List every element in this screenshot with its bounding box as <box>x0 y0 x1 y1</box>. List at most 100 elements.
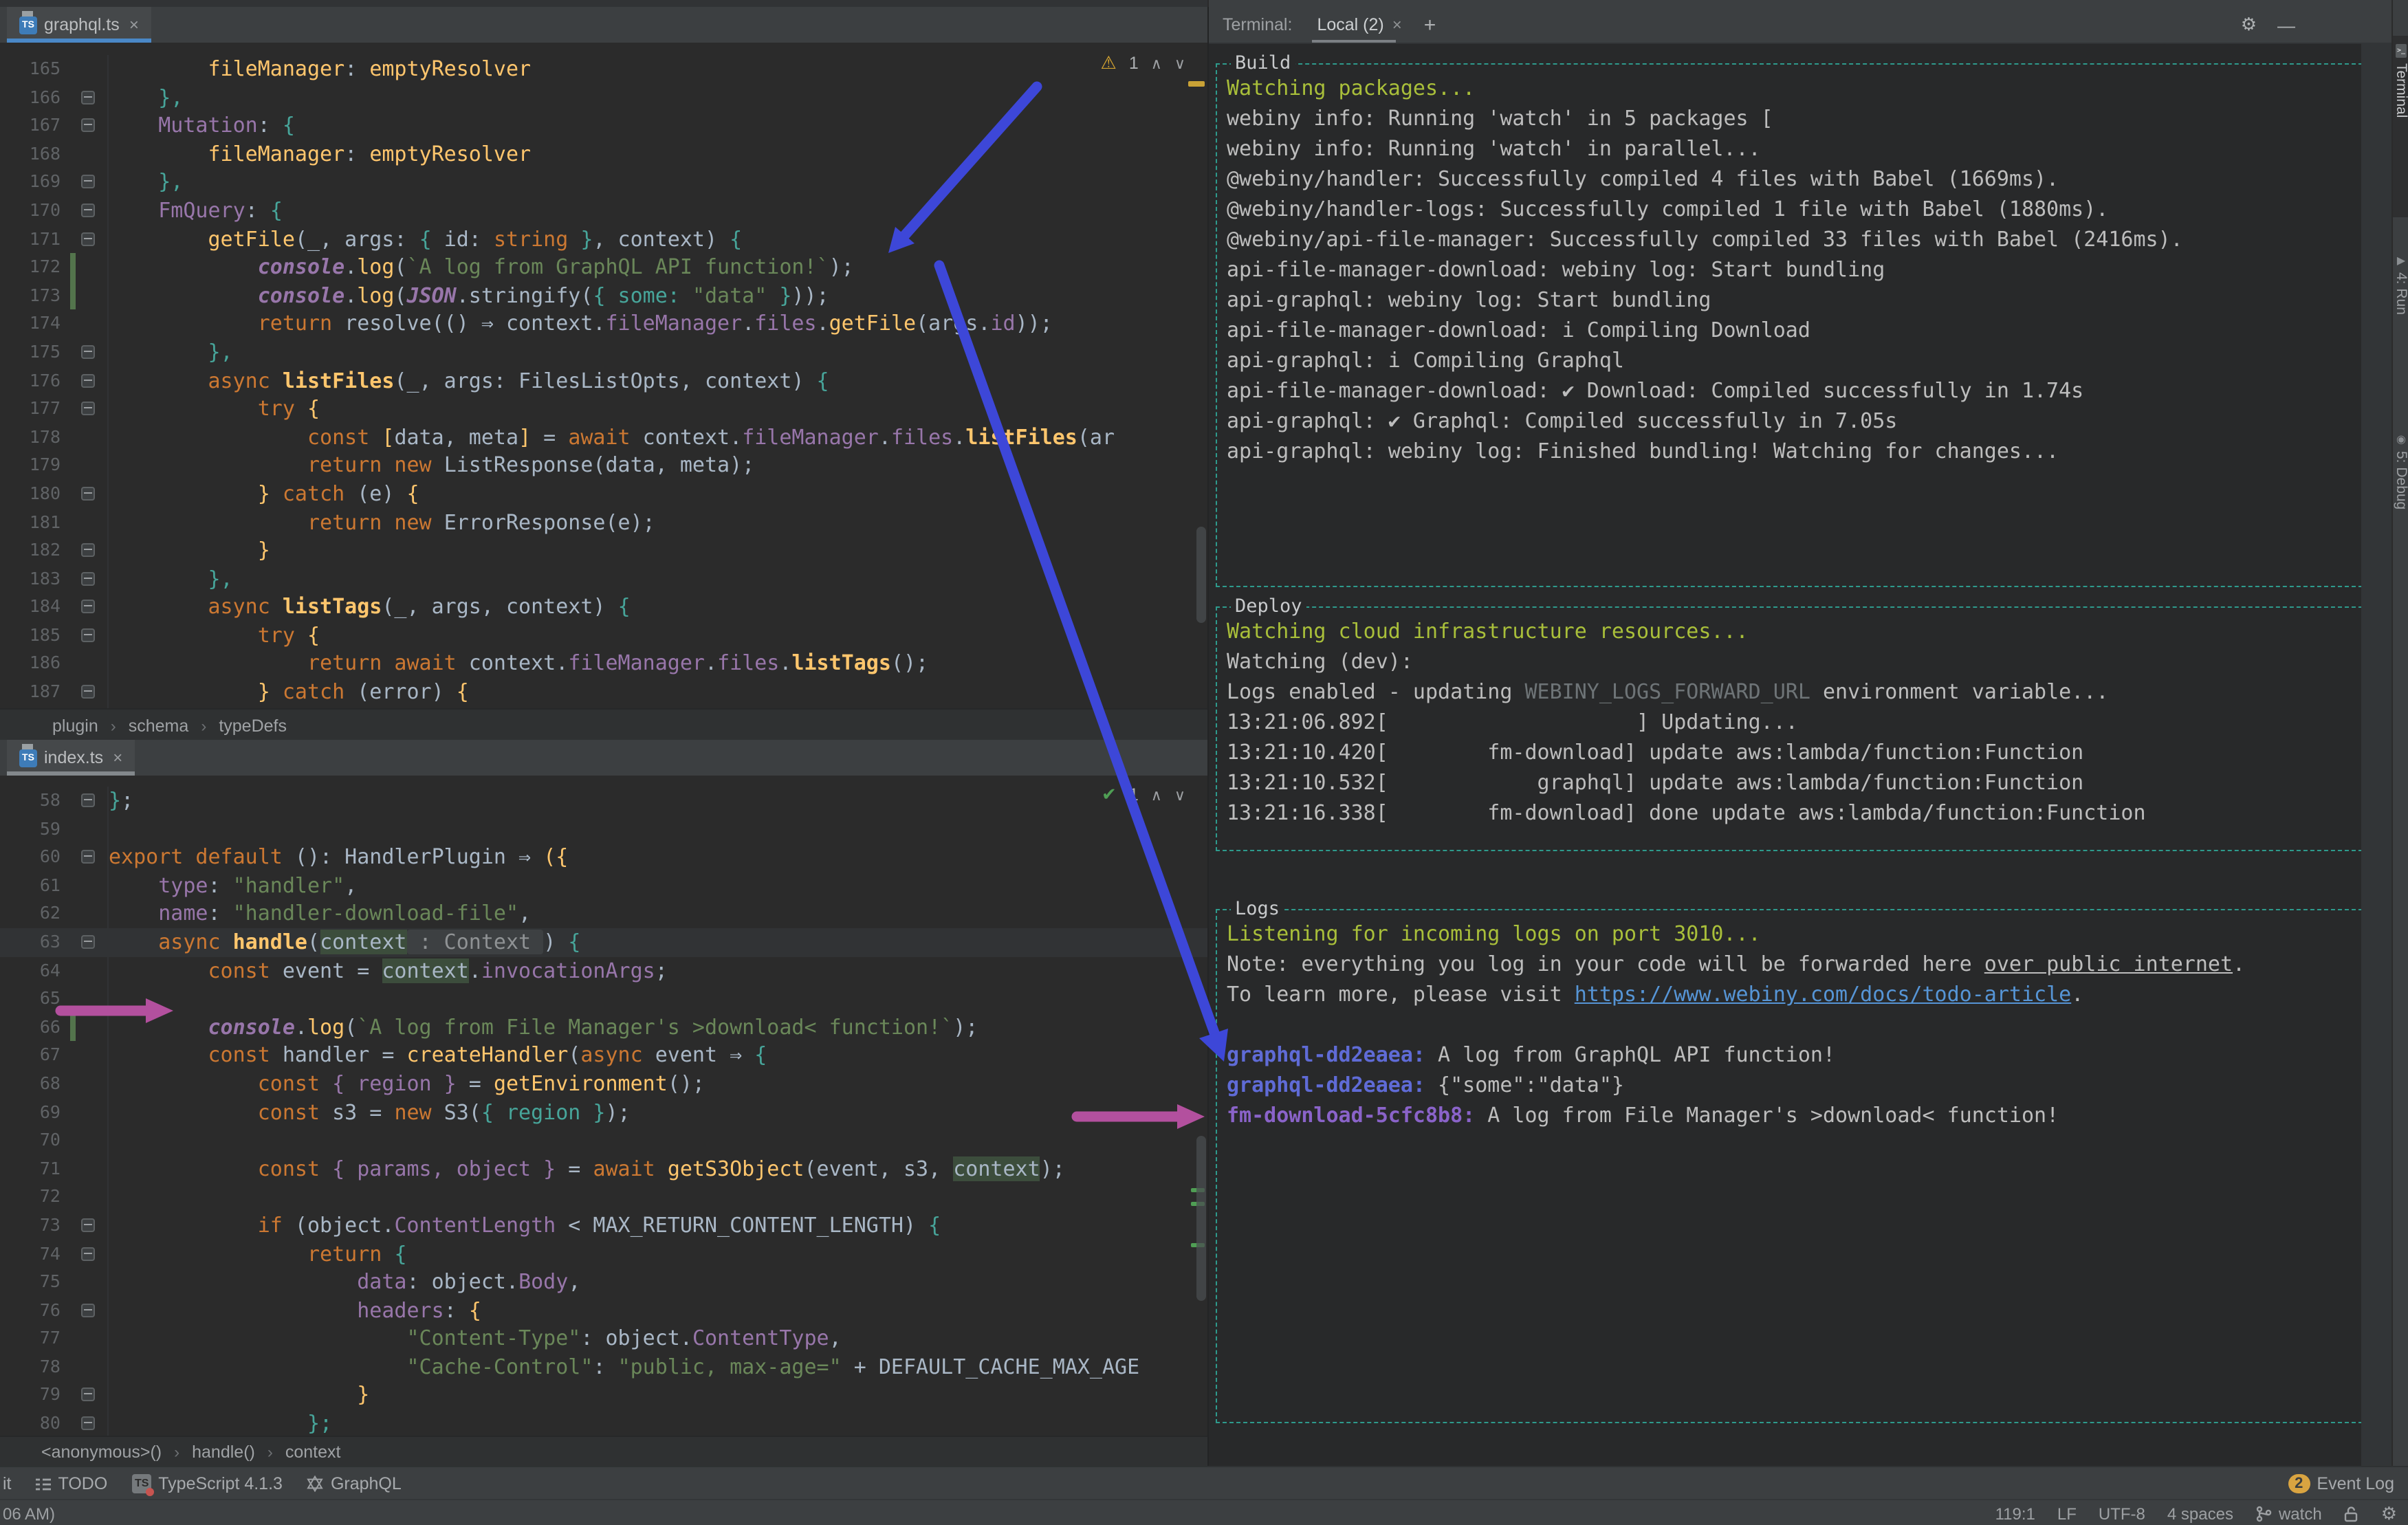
line-number[interactable]: 61 <box>0 872 69 900</box>
line-number[interactable]: 75 <box>0 1268 69 1296</box>
code-line[interactable]: 70 <box>0 1126 1207 1155</box>
inspection-widget[interactable]: ⚠ 1 ∧ ∨ <box>1101 52 1185 74</box>
indent-style[interactable]: 4 spaces <box>2167 1504 2233 1523</box>
code-line[interactable]: 172 console.log(`A log from GraphQL API … <box>0 253 1207 282</box>
breadcrumb-item[interactable]: context <box>285 1442 341 1462</box>
code-line[interactable]: 63 async handle(context : Context ) { <box>0 928 1207 957</box>
line-number[interactable]: 71 <box>0 1154 69 1183</box>
line-number[interactable]: 187 <box>0 678 69 706</box>
line-number[interactable]: 168 <box>0 140 69 168</box>
line-number[interactable]: 68 <box>0 1070 69 1098</box>
code-line[interactable]: 75 data: object.Body, <box>0 1268 1207 1297</box>
line-number[interactable]: 65 <box>0 985 69 1013</box>
line-number[interactable]: 179 <box>0 452 69 480</box>
line-number[interactable]: 176 <box>0 366 69 395</box>
terminal-scrollbar[interactable] <box>2361 43 2391 1466</box>
fold-icon[interactable] <box>81 685 95 699</box>
minimize-icon[interactable]: — <box>2277 14 2295 35</box>
close-icon[interactable]: × <box>129 15 139 34</box>
status-partial-git[interactable]: it <box>3 1474 12 1493</box>
code-line[interactable]: 67 const handler = createHandler(async e… <box>0 1041 1207 1070</box>
editor-index[interactable]: 58}; 59 60 export default (): HandlerPlugin… <box>0 776 1207 1436</box>
fold-icon[interactable] <box>81 1387 95 1402</box>
code-line[interactable]: 168 fileManager: emptyResolver <box>0 140 1207 168</box>
file-encoding[interactable]: UTF-8 <box>2099 1504 2145 1523</box>
line-number[interactable]: 66 <box>0 1013 69 1042</box>
line-number[interactable]: 182 <box>0 536 69 564</box>
line-number[interactable]: 76 <box>0 1296 69 1324</box>
fold-icon[interactable] <box>81 344 95 359</box>
fold-icon[interactable] <box>81 203 95 217</box>
fold-icon[interactable] <box>81 1247 95 1260</box>
line-number[interactable]: 79 <box>0 1381 69 1409</box>
line-number[interactable]: 170 <box>0 197 69 225</box>
line-number[interactable]: 167 <box>0 111 69 140</box>
code-line[interactable]: 167 Mutation: { <box>0 111 1207 140</box>
code-line[interactable]: 174 return resolve(() ⇒ context.fileMana… <box>0 309 1207 338</box>
fold-icon[interactable] <box>81 571 95 586</box>
code-line[interactable]: 165 fileManager: emptyResolver <box>0 55 1207 84</box>
fold-icon[interactable] <box>81 90 95 105</box>
line-number[interactable]: 184 <box>0 593 69 622</box>
code-line[interactable]: 68 const { region } = getEnvironment(); <box>0 1069 1207 1099</box>
code-line[interactable]: 69 const s3 = new S3({ region }); <box>0 1098 1207 1127</box>
fold-icon[interactable] <box>81 850 95 864</box>
code-line[interactable]: 170 FmQuery: { <box>0 196 1207 226</box>
breadcrumb-item[interactable]: schema <box>129 716 189 735</box>
code-line[interactable]: 186 return await context.fileManager.fil… <box>0 649 1207 679</box>
code-line[interactable]: 65 <box>0 985 1207 1013</box>
typescript-widget[interactable]: TS TypeScript 4.1.3 <box>132 1474 283 1496</box>
graphql-widget[interactable]: GraphQL <box>307 1474 402 1493</box>
stripe-run-button[interactable]: ▶ 4: Run <box>2393 254 2408 392</box>
code-line[interactable]: 64 const event = context.invocationArgs; <box>0 956 1207 985</box>
line-number[interactable]: 59 <box>0 815 69 843</box>
code-line[interactable]: 178 const [data, meta] = await context.f… <box>0 423 1207 452</box>
code-line[interactable]: 176 async listFiles(_, args: FilesListOp… <box>0 366 1207 395</box>
inspection-widget[interactable]: ✔ 1 ∧ ∨ <box>1102 784 1185 806</box>
todo-widget[interactable]: TODO <box>36 1474 107 1493</box>
line-number[interactable]: 63 <box>0 928 69 956</box>
fold-icon[interactable] <box>81 1218 95 1232</box>
line-number[interactable]: 72 <box>0 1183 69 1211</box>
line-number[interactable]: 80 <box>0 1409 69 1436</box>
fold-icon[interactable] <box>81 793 95 807</box>
fold-icon[interactable] <box>81 373 95 388</box>
line-number[interactable]: 64 <box>0 956 69 985</box>
fold-icon[interactable] <box>81 1303 95 1317</box>
code-line[interactable]: 187 } catch (error) { <box>0 678 1207 707</box>
line-number[interactable]: 74 <box>0 1240 69 1268</box>
line-number[interactable]: 169 <box>0 168 69 197</box>
code-line[interactable]: 179 return new ListResponse(data, meta); <box>0 451 1207 480</box>
close-icon[interactable]: × <box>113 748 122 767</box>
breadcrumb-item[interactable]: typeDefs <box>219 716 287 735</box>
code-line[interactable]: 180 } catch (e) { <box>0 479 1207 508</box>
next-issue-icon[interactable]: ∨ <box>1174 786 1185 804</box>
code-line[interactable]: 185 try { <box>0 621 1207 650</box>
code-line[interactable]: 74 return { <box>0 1240 1207 1269</box>
caret-position[interactable]: 119:1 <box>1995 1504 2035 1523</box>
fold-icon[interactable] <box>81 175 95 189</box>
new-terminal-button[interactable]: + <box>1424 13 1436 36</box>
code-line[interactable]: 76 headers: { <box>0 1296 1207 1325</box>
gear-icon[interactable]: ⚙ <box>2241 14 2257 36</box>
line-number[interactable]: 77 <box>0 1325 69 1353</box>
line-number[interactable]: 171 <box>0 225 69 253</box>
code-line[interactable]: 73 if (object.ContentLength < MAX_RETURN… <box>0 1211 1207 1240</box>
prev-issue-icon[interactable]: ∧ <box>1151 786 1162 804</box>
git-branch-widget[interactable]: watch <box>2255 1504 2322 1523</box>
code-line[interactable]: 72 <box>0 1183 1207 1211</box>
breadcrumb-item[interactable]: plugin <box>52 716 98 735</box>
code-line[interactable]: 183 }, <box>0 564 1207 593</box>
line-number[interactable]: 67 <box>0 1042 69 1070</box>
line-number[interactable]: 177 <box>0 395 69 423</box>
line-number[interactable]: 60 <box>0 843 69 871</box>
fold-icon[interactable] <box>81 1416 95 1431</box>
line-number[interactable]: 178 <box>0 423 69 451</box>
code-line[interactable]: 79 } <box>0 1381 1207 1410</box>
fold-icon[interactable] <box>81 232 95 246</box>
todo-article-link[interactable]: https://www.webiny.com/docs/todo-article <box>1575 982 2071 1007</box>
line-number[interactable]: 165 <box>0 55 69 83</box>
code-line[interactable]: 175 }, <box>0 338 1207 367</box>
line-number[interactable]: 180 <box>0 480 69 508</box>
code-line[interactable]: 171 getFile(_, args: { id: string }, con… <box>0 225 1207 254</box>
